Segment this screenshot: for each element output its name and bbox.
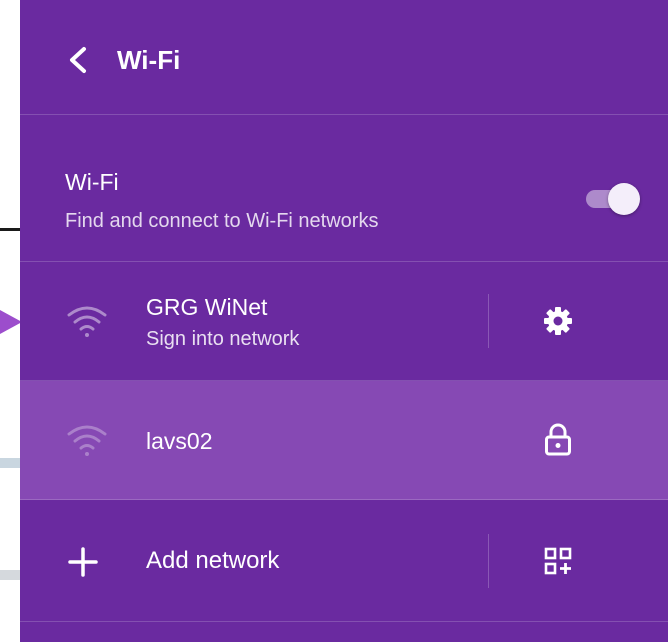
- wifi-signal-icon: [67, 306, 107, 337]
- wifi-toggle-row[interactable]: Wi-Fi Find and connect to Wi-Fi networks: [20, 115, 668, 262]
- page-title: Wi-Fi: [117, 45, 181, 75]
- network-item[interactable]: GRG WiNet Sign into network: [20, 262, 668, 381]
- network-settings-button[interactable]: [530, 298, 586, 344]
- add-network-row[interactable]: Add network: [20, 500, 668, 622]
- scan-qr-button[interactable]: [530, 538, 586, 584]
- row-divider: [488, 294, 489, 348]
- wifi-settings-panel: Wi-Fi Wi-Fi Find and connect to Wi-Fi ne…: [20, 0, 668, 642]
- background-dash: [0, 228, 20, 231]
- chevron-left-icon: [70, 47, 86, 73]
- header: Wi-Fi: [20, 0, 668, 115]
- back-button[interactable]: [60, 38, 96, 82]
- gear-icon: [544, 307, 572, 335]
- row-divider: [488, 534, 489, 588]
- background-area: [0, 0, 22, 642]
- network-name: GRG WiNet: [146, 294, 268, 320]
- wifi-toggle-subtitle: Find and connect to Wi-Fi networks: [65, 210, 379, 232]
- switch-thumb: [608, 183, 640, 215]
- background-fragment: [0, 570, 20, 580]
- lock-icon: [545, 423, 571, 456]
- wifi-toggle-switch[interactable]: [584, 183, 642, 215]
- plus-icon: [68, 547, 98, 577]
- background-fragment: [0, 458, 20, 468]
- add-network-label: Add network: [146, 547, 280, 574]
- network-name: lavs02: [146, 428, 213, 454]
- network-item[interactable]: lavs02: [20, 381, 668, 500]
- wifi-toggle-title: Wi-Fi: [65, 169, 119, 195]
- network-lock-indicator[interactable]: [530, 417, 586, 463]
- wifi-signal-icon: [67, 425, 107, 456]
- panel-bottom: [20, 622, 668, 642]
- qr-code-scan-icon: [544, 547, 572, 575]
- network-status: Sign into network: [146, 328, 300, 350]
- background-arrow-icon: [0, 310, 22, 334]
